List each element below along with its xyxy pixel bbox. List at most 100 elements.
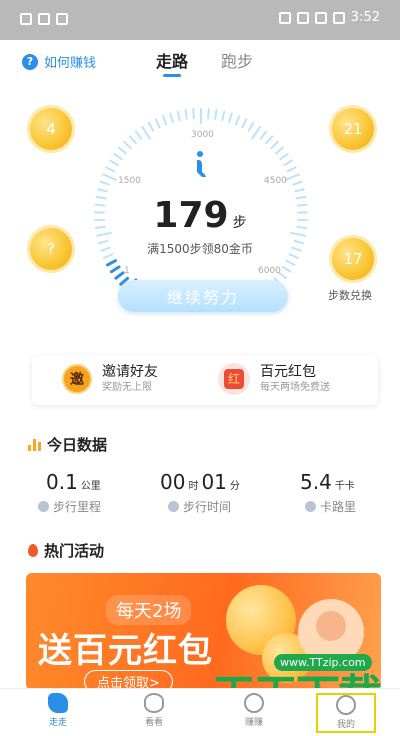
step-exchange-label[interactable]: 步数兑换 xyxy=(328,287,372,303)
nav-watch-label: 看看 xyxy=(144,718,163,728)
gauge-tick xyxy=(109,159,119,167)
walk-time-label-text: 步行时间 xyxy=(183,500,232,514)
clock-icon xyxy=(168,501,179,512)
app-icon xyxy=(56,13,68,25)
coin-bubble[interactable]: 21 xyxy=(332,108,374,150)
watermark-url: www.TTzip.com xyxy=(274,654,372,671)
promo-card: 邀 邀请好友 奖励无上限 红 百元红包 每天两场免费送 xyxy=(32,355,378,405)
nav-earn[interactable]: 赚赚 xyxy=(224,693,284,728)
red-packet-subtitle: 每天两场免费送 xyxy=(260,382,330,393)
continue-button[interactable]: 继续努力 xyxy=(118,280,288,312)
status-left-icons xyxy=(20,13,68,25)
nav-earn-label: 赚赚 xyxy=(244,718,263,728)
shoe-icon xyxy=(48,693,68,713)
red-packet-title: 百元红包 xyxy=(260,364,316,380)
hot-events-heading: 热门活动 xyxy=(28,540,104,561)
step-count: 179 步 xyxy=(0,195,400,236)
gauge-tick xyxy=(241,118,248,129)
gauge-tick xyxy=(284,173,300,181)
gauge-tick-label: 1500 xyxy=(118,176,141,186)
distance-unit: 公里 xyxy=(80,481,101,492)
red-packet-entry[interactable]: 红 百元红包 每天两场免费送 xyxy=(218,363,330,395)
gauge-tick xyxy=(114,271,125,280)
active-tab-indicator xyxy=(163,74,181,77)
today-data-heading: 今日数据 xyxy=(28,434,107,455)
invite-title: 邀请好友 xyxy=(102,364,158,380)
gauge-tick xyxy=(259,130,268,140)
invite-friends-entry[interactable]: 邀 邀请好友 奖励无上限 xyxy=(62,363,158,395)
bottom-nav: 走走 看看 赚赚 我的 xyxy=(0,688,400,736)
status-bar: 3:52 xyxy=(0,0,400,40)
step-gauge-panel: 4 ? 21 17 步数兑换 1 1500 3000 4500 6000 179… xyxy=(0,90,400,340)
gauge-tick xyxy=(184,109,188,121)
user-icon xyxy=(336,695,356,715)
red-packet-icon: 红 xyxy=(218,363,250,395)
walk-time-hours: 00 xyxy=(160,470,186,494)
status-right: 3:52 xyxy=(278,10,380,25)
walk-time-hours-unit: 时 xyxy=(188,481,199,492)
step-count-unit: 步 xyxy=(232,215,247,231)
top-bar: ? 如何赚钱 走路 跑步 xyxy=(0,40,400,90)
nav-watch[interactable]: 看看 xyxy=(124,693,184,728)
gauge-tick xyxy=(102,173,118,181)
eye-icon xyxy=(144,693,164,713)
invite-subtitle: 奖励无上限 xyxy=(102,382,152,393)
red-packet-glyph: 红 xyxy=(224,369,244,389)
distance-stat: 0.1 公里 xyxy=(46,470,104,494)
nav-me-label: 我的 xyxy=(336,720,355,730)
tab-run[interactable]: 跑步 xyxy=(221,48,253,72)
today-data-title: 今日数据 xyxy=(47,436,108,454)
gauge-tick xyxy=(97,188,108,193)
invite-icon: 邀 xyxy=(62,364,92,394)
gauge-tick xyxy=(281,265,292,273)
notification-icon xyxy=(20,13,32,25)
gauge-tick-label: 4500 xyxy=(264,176,287,186)
distance-value: 0.1 xyxy=(46,470,78,494)
calorie-label-text: 卡路里 xyxy=(320,500,357,514)
banner-cta-button[interactable]: 点击领取> xyxy=(84,670,173,690)
gauge-tick xyxy=(109,265,121,274)
gauge-tick xyxy=(113,152,123,161)
wifi-icon xyxy=(38,13,50,25)
gauge-tick xyxy=(99,180,110,186)
step-count-value: 179 xyxy=(153,195,229,236)
nav-me[interactable]: 我的 xyxy=(316,693,376,733)
gauge-tick xyxy=(247,121,255,132)
coin-bubble[interactable]: 4 xyxy=(30,108,72,150)
gauge-tick-label: 3000 xyxy=(191,130,214,140)
gauge-tick xyxy=(176,110,181,122)
nav-walk[interactable]: 走走 xyxy=(28,693,88,728)
banner-character-face xyxy=(316,611,346,641)
step-reward-hint: 满1500步领80金币 xyxy=(147,242,253,256)
gauge-tick xyxy=(285,259,296,266)
gauge-tick xyxy=(214,109,218,121)
calorie-value: 5.4 xyxy=(300,470,332,494)
how-to-earn-link[interactable]: ? 如何赚钱 xyxy=(22,52,96,71)
gauge-tick xyxy=(286,166,297,173)
hd-icon xyxy=(278,11,291,24)
banner-title: 送百元红包 xyxy=(38,631,213,671)
hot-events-title: 热门活动 xyxy=(44,542,105,560)
banner-headline: 每天2场 xyxy=(106,595,192,625)
gauge-tick xyxy=(274,146,284,155)
gauge-tick xyxy=(128,135,137,145)
gauge-tick xyxy=(279,152,289,161)
gauge-tick xyxy=(141,125,151,140)
how-to-earn-label: 如何赚钱 xyxy=(44,56,97,71)
walk-time-minutes-unit: 分 xyxy=(229,481,240,492)
tab-walk[interactable]: 走路 xyxy=(156,48,188,72)
gauge-tick-label: 1 xyxy=(124,266,130,276)
gauge-tick-label: 6000 xyxy=(258,266,281,276)
flame-small-icon xyxy=(305,501,316,512)
gauge-tick xyxy=(134,130,143,140)
gauge-tick xyxy=(123,140,132,150)
gauge-tick xyxy=(106,259,117,267)
walk-time-minutes: 01 xyxy=(201,470,227,494)
gauge-tick xyxy=(105,166,116,173)
gauge-tick xyxy=(292,180,303,186)
battery-icon xyxy=(332,11,345,24)
gauge-tick xyxy=(207,108,210,120)
gauge-tick xyxy=(118,146,128,155)
walk-time-label: 步行时间 xyxy=(168,498,231,515)
status-time: 3:52 xyxy=(350,10,380,25)
